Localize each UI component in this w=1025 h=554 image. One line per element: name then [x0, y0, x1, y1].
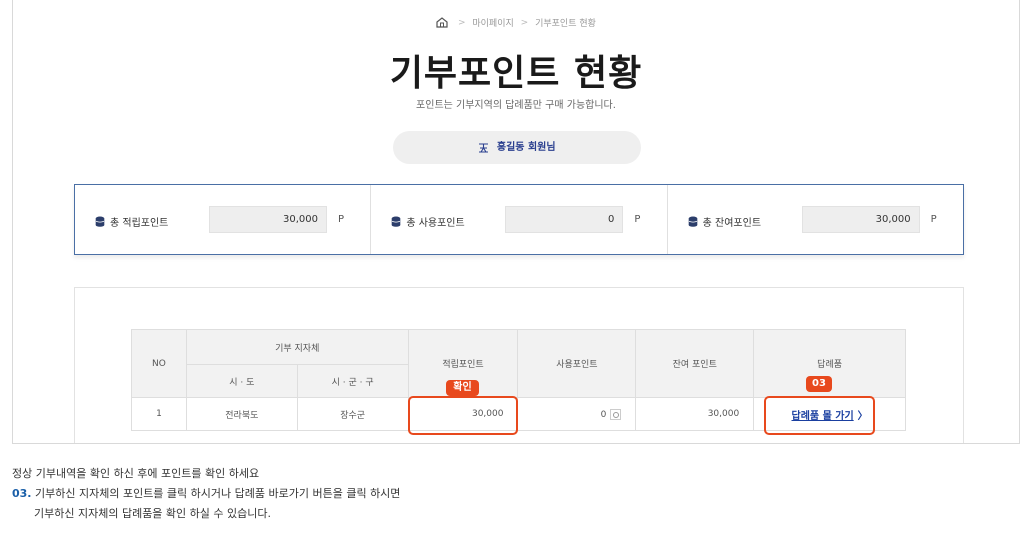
col-header-province: 시 · 도	[185, 364, 298, 398]
database-icon	[392, 216, 401, 227]
user-name-pill: 홍길동 회원님	[393, 131, 641, 164]
summary-used-value: 0	[505, 206, 624, 233]
page-title: 기부포인트 현황	[389, 53, 643, 94]
instruction-line-1: 정상 기부내역을 확인 하신 후에 포인트를 확인 하세요	[12, 467, 260, 480]
instructions: 정상 기부내역을 확인 하신 후에 포인트를 확인 하세요 03. 기부하신 지…	[12, 464, 400, 524]
col-header-region: 기부 지자체	[185, 329, 409, 365]
highlight-earned-points	[408, 396, 518, 435]
database-icon	[95, 216, 105, 227]
breadcrumb-current: 기부포인트 현황	[535, 19, 596, 29]
summary-remaining-unit: P	[930, 214, 937, 225]
col-header-remaining: 잔여 포인트	[635, 329, 755, 398]
summary-used-label: 총 사용포인트	[391, 214, 465, 229]
tag-step-03: 03	[806, 376, 832, 392]
summary-remaining-value: 30,000	[801, 206, 920, 233]
summary-earned-value: 30,000	[209, 206, 327, 233]
used-points-value: 0	[600, 409, 607, 420]
points-summary: 총 적립포인트 30,000 P 총 사용포인트 0 P 총 잔여포인트 30,…	[74, 184, 964, 255]
cell-remaining-points: 30,000	[635, 397, 755, 431]
highlight-gift-link	[764, 396, 875, 435]
home-icon[interactable]	[436, 17, 448, 28]
summary-earned: 총 적립포인트 30,000 P	[75, 185, 372, 254]
col-header-used: 사용포인트	[517, 329, 637, 398]
cell-city: 장수군	[296, 397, 409, 431]
cell-province: 전라북도	[185, 397, 298, 431]
instruction-line-2: 03. 기부하신 지자체의 포인트를 클릭 하시거나 답례품 바로가기 버튼을 …	[12, 484, 400, 504]
summary-used: 총 사용포인트 0 P	[371, 185, 668, 254]
user-name: 홍길동 회원님	[496, 142, 556, 153]
breadcrumb-mypage[interactable]: 마이페이지	[472, 19, 513, 29]
user-icon	[479, 142, 489, 153]
summary-earned-unit: P	[338, 214, 345, 225]
search-icon[interactable]	[610, 408, 622, 420]
breadcrumb: > 마이페이지 > 기부포인트 현황	[13, 16, 1019, 29]
summary-used-unit: P	[634, 214, 641, 225]
step-number: 03.	[12, 487, 32, 500]
instruction-line-2-text: 기부하신 지자체의 포인트를 클릭 하시거나 답례품 바로가기 버튼을 클릭 하…	[31, 487, 401, 500]
cell-no: 1	[131, 397, 187, 431]
database-icon	[688, 216, 697, 227]
summary-remaining-label: 총 잔여포인트	[688, 214, 761, 229]
tag-confirm: 확인	[446, 380, 479, 396]
breadcrumb-separator: >	[520, 17, 529, 28]
summary-remaining: 총 잔여포인트 30,000 P	[668, 185, 963, 254]
col-header-city: 시 · 군 · 구	[296, 364, 409, 398]
page-subtitle: 포인트는 기부지역의 답례품만 구매 가능합니다.	[416, 100, 616, 111]
col-header-no: NO	[131, 329, 187, 398]
breadcrumb-separator: >	[457, 17, 466, 28]
instruction-line-3: 기부하신 지자체의 답례품을 확인 하실 수 있습니다.	[34, 507, 271, 520]
page-frame: > 마이페이지 > 기부포인트 현황 기부포인트 현황 포인트는 기부지역의 답…	[12, 0, 1020, 444]
summary-earned-label: 총 적립포인트	[95, 214, 168, 229]
cell-used-points: 0	[517, 397, 637, 431]
